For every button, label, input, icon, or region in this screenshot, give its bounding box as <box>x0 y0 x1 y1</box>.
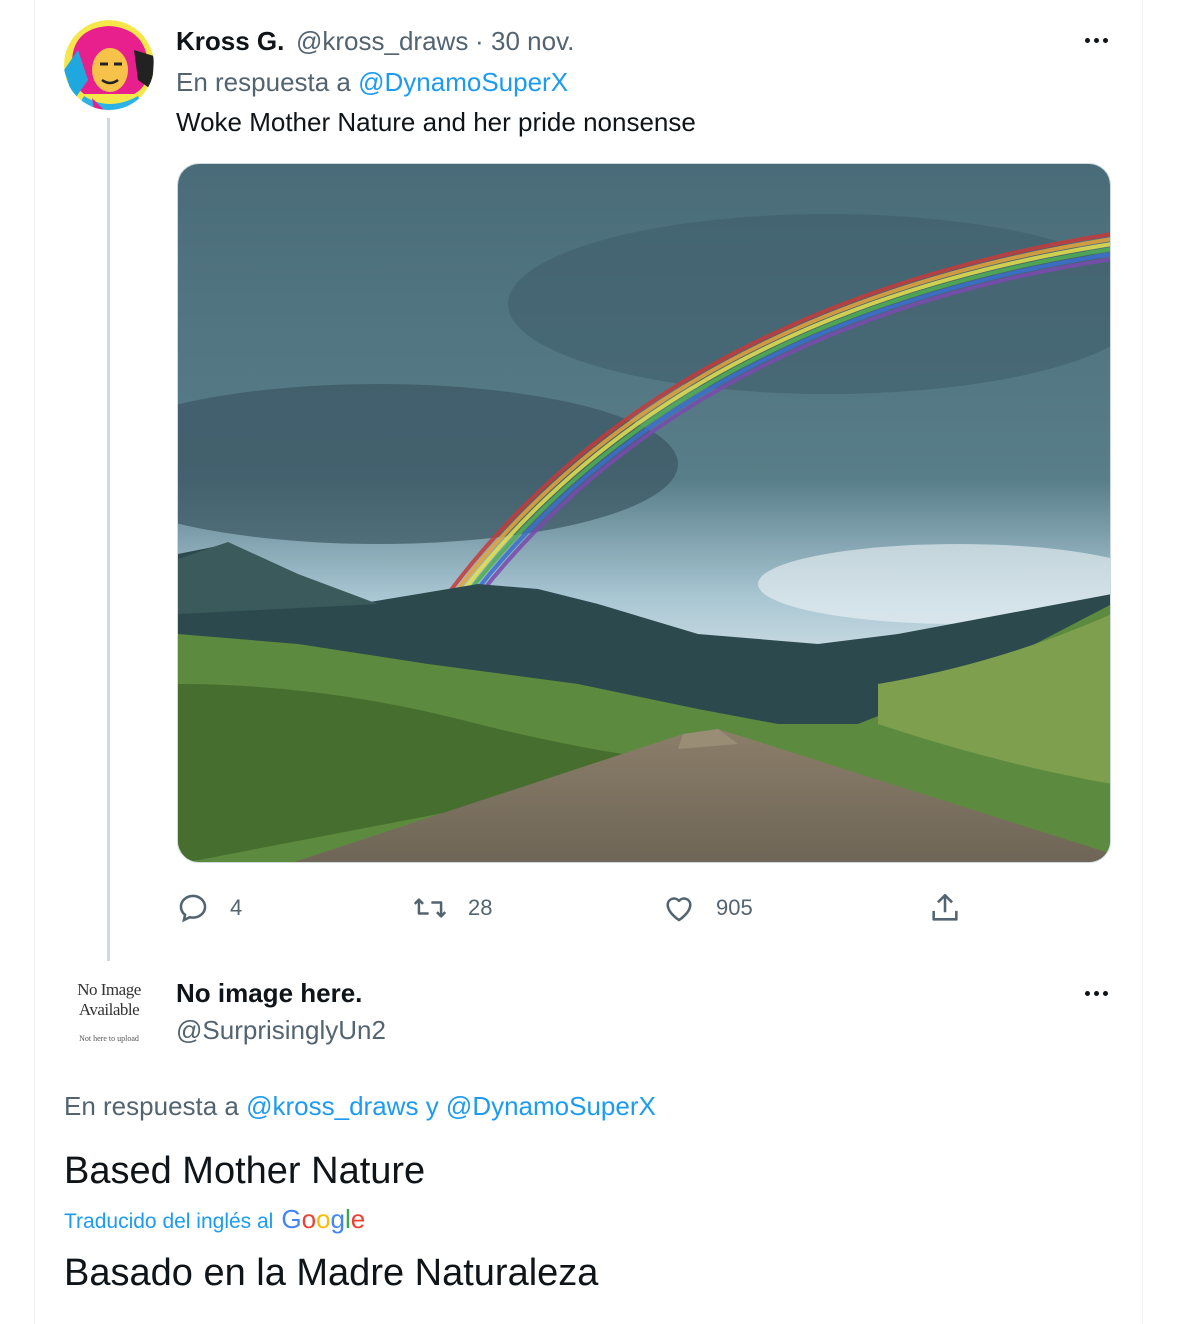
author-handle[interactable]: @SurprisinglyUn2 <box>176 1015 386 1046</box>
reply-prefix: En respuesta a <box>64 1091 239 1121</box>
author-name[interactable]: Kross G. <box>176 26 284 57</box>
reply-button[interactable]: 4 <box>176 890 242 926</box>
more-icon[interactable] <box>1076 30 1116 50</box>
thread-connector-line <box>107 118 110 961</box>
share-button[interactable] <box>928 890 962 926</box>
reply-prefix: En respuesta a <box>176 67 351 97</box>
retweet-count: 28 <box>468 895 493 920</box>
share-icon <box>932 893 958 921</box>
avatar-text-line2: Available <box>78 1000 140 1019</box>
translation-attribution[interactable]: Traducido del inglés al Google <box>64 1204 365 1235</box>
reply-conjunction: y <box>425 1091 439 1121</box>
reply-context: En respuesta a @kross_draws y @DynamoSup… <box>64 1091 656 1122</box>
translated-text: Basado en la Madre Naturaleza <box>64 1252 599 1294</box>
avatar-text-line3: Not here to upload <box>79 1034 139 1043</box>
reply-to-link[interactable]: @DynamoSuperX <box>358 67 568 97</box>
author-handle[interactable]: @kross_draws <box>296 26 468 57</box>
reply-to-link-2[interactable]: @DynamoSuperX <box>446 1091 656 1121</box>
like-icon <box>666 897 692 922</box>
tweet-date[interactable]: 30 nov. <box>491 26 574 57</box>
google-logo: Google <box>281 1204 366 1234</box>
avatar-no-image[interactable]: No Image Available Not here to upload <box>64 978 154 1050</box>
more-icon[interactable] <box>1076 983 1116 1003</box>
tweet-text: Woke Mother Nature and her pride nonsens… <box>176 107 696 137</box>
tweet-media-image[interactable] <box>177 163 1111 863</box>
like-count: 905 <box>716 895 753 920</box>
reply-to-link-1[interactable]: @kross_draws <box>246 1091 418 1121</box>
separator-dot: · <box>475 26 484 56</box>
avatar-kross[interactable] <box>64 20 154 110</box>
retweet-button[interactable]: 28 <box>412 890 492 926</box>
reply-context: En respuesta a @DynamoSuperX <box>176 67 568 98</box>
reply-count: 4 <box>230 895 243 920</box>
tweet-text: Based Mother Nature <box>64 1150 426 1192</box>
reply-icon <box>179 894 207 923</box>
like-button[interactable]: 905 <box>662 890 753 926</box>
author-name[interactable]: No image here. <box>176 978 362 1009</box>
avatar-text-line1: No Image <box>77 980 141 999</box>
retweet-icon <box>413 898 447 918</box>
translated-by-label: Traducido del inglés al <box>64 1210 274 1233</box>
